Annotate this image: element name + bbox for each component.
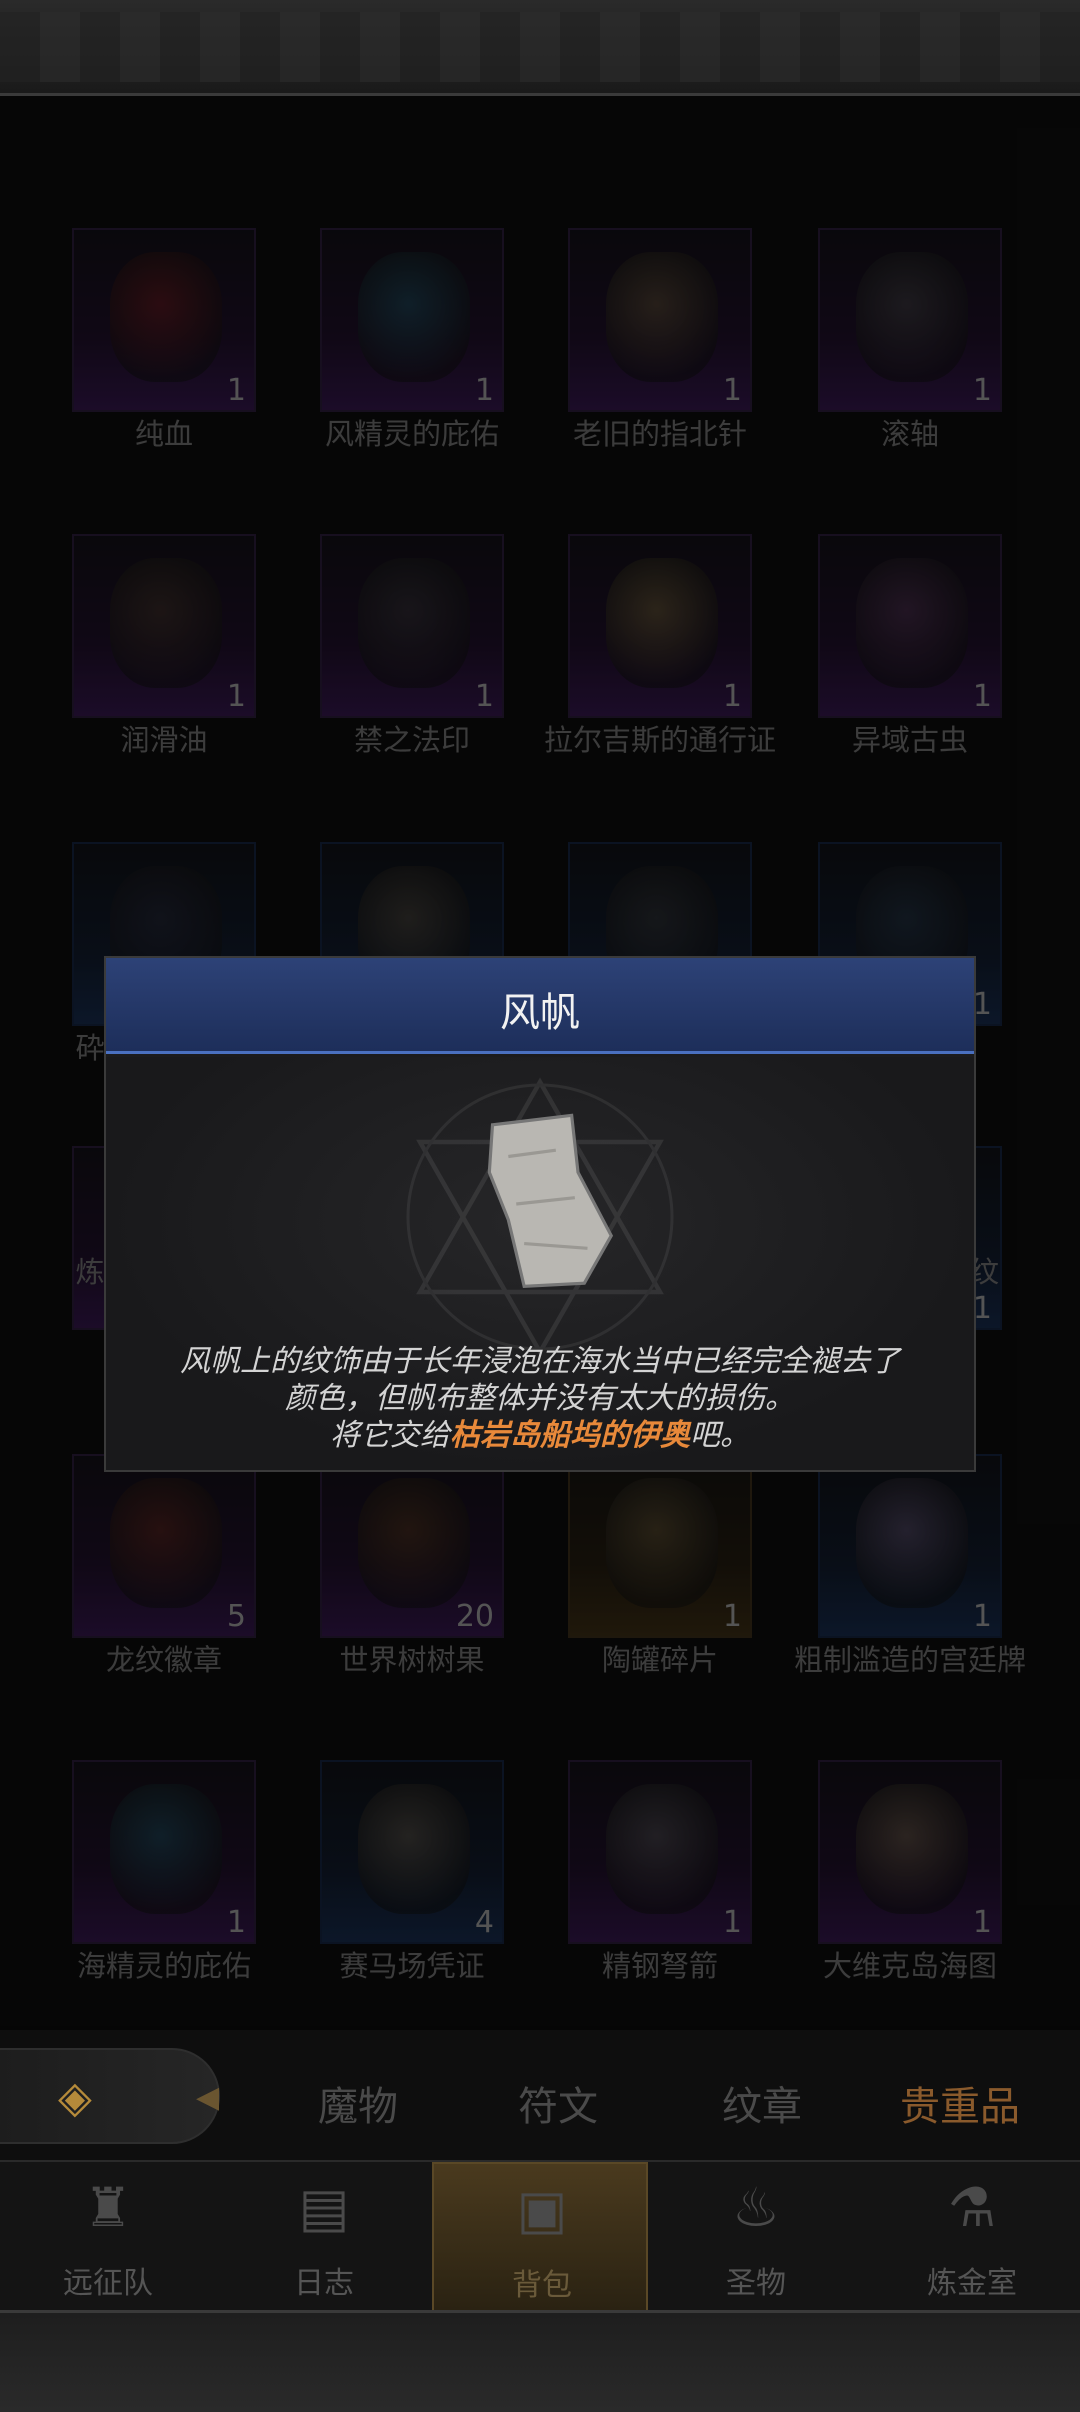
tab-runes[interactable]: 符文 (518, 2074, 598, 2132)
nav-label: 远征队 (63, 2266, 153, 2301)
nav-relics[interactable]: ♨ 圣物 (648, 2162, 864, 2312)
scroll-icon: ▤ (298, 2176, 350, 2239)
dialog-header: 风帆 (106, 958, 974, 1054)
alchemy-icon: ⚗ (947, 2176, 997, 2239)
dialog-title: 风帆 (500, 990, 580, 1036)
helmet-icon: ♜ (83, 2176, 133, 2239)
desc-line-1: 风帆上的纹饰由于长年浸泡在海水当中已经完全褪去了 (180, 1344, 900, 1379)
desc-line-3: 将它交给枯岩岛船坞的伊奥吧。 (146, 1417, 934, 1454)
desc-line-2: 颜色，但帆布整体并没有太大的损伤。 (285, 1381, 795, 1416)
nav-expedition[interactable]: ♜ 远征队 (0, 2162, 216, 2312)
item-detail-dialog: 风帆 风帆上的纹饰由于长年浸泡在海水当中已经完全褪去了 颜色，但帆布整体并没有太… (104, 956, 976, 1472)
tab-valuables[interactable]: 贵重品 (900, 2074, 1020, 2132)
sail-item-icon (487, 1113, 614, 1288)
nav-backpack[interactable]: ▣ 背包 (432, 2162, 648, 2312)
tab-emblems[interactable]: 纹章 (722, 2074, 802, 2132)
nav-label: 日志 (294, 2266, 354, 2301)
top-frame (0, 0, 1080, 96)
nav-label: 背包 (512, 2268, 572, 2303)
nav-label: 炼金室 (927, 2266, 1017, 2301)
back-button[interactable]: ◈ (0, 2048, 220, 2144)
bottom-navigation: ♜ 远征队 ▤ 日志 ▣ 背包 ♨ 圣物 ⚗ 炼金室 (0, 2160, 1080, 2312)
nav-label: 圣物 (726, 2266, 786, 2301)
backpack-icon: ▣ (516, 2178, 568, 2241)
torch-icon: ♨ (731, 2176, 781, 2239)
tabs-left-arrow-icon[interactable]: ◀ (196, 2080, 219, 2115)
desc-line-3-prefix: 将它交给 (330, 1418, 450, 1453)
tab-monsters[interactable]: 魔物 (318, 2074, 398, 2132)
nav-journal[interactable]: ▤ 日志 (216, 2162, 432, 2312)
desc-line-3-suffix: 吧。 (690, 1418, 750, 1453)
item-description: 风帆上的纹饰由于长年浸泡在海水当中已经完全褪去了 颜色，但帆布整体并没有太大的损… (146, 1343, 934, 1454)
back-arrow-icon: ◈ (58, 2072, 92, 2123)
npc-highlight: 枯岩岛船坞的伊奥 (450, 1418, 690, 1453)
category-tabs: ◈ ◀ 魔物 符文 纹章 贵重品 (0, 2030, 1080, 2160)
bottom-frame (0, 2310, 1080, 2412)
nav-alchemy[interactable]: ⚗ 炼金室 (864, 2162, 1080, 2312)
dialog-body: 风帆上的纹饰由于长年浸泡在海水当中已经完全褪去了 颜色，但帆布整体并没有太大的损… (106, 1057, 974, 1470)
